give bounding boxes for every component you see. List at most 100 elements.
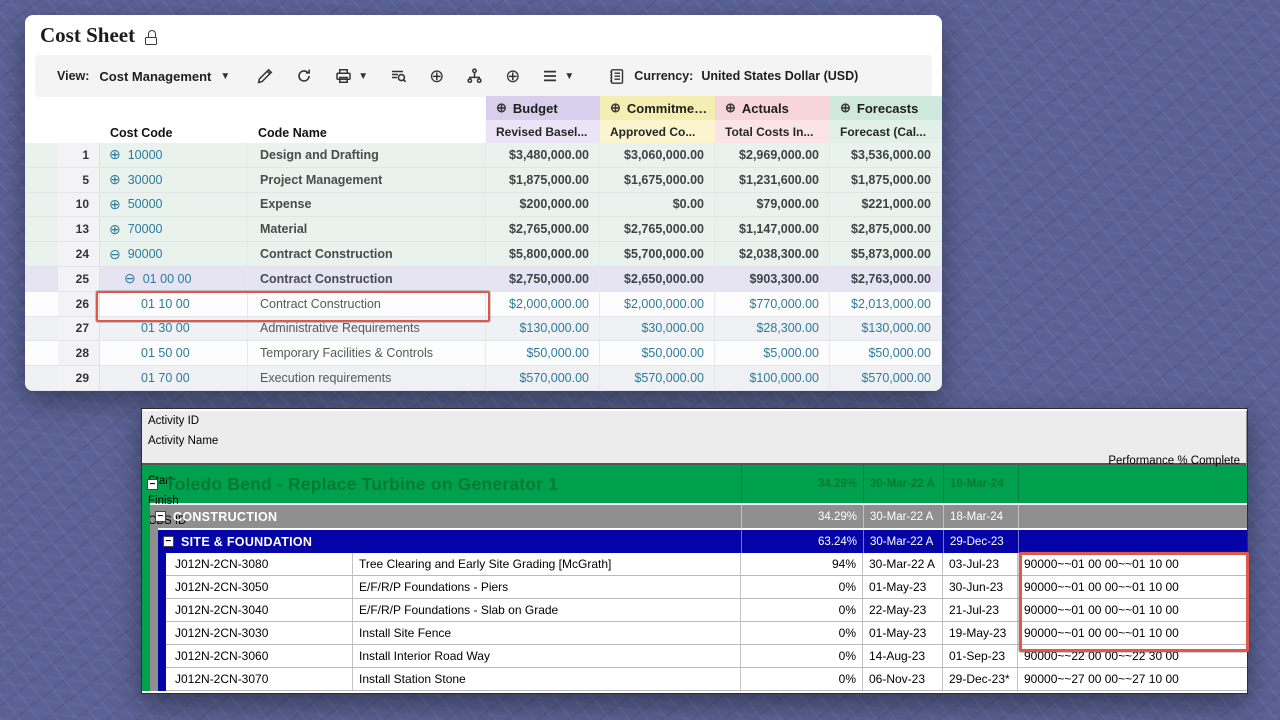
actuals-cell[interactable]: $1,231,600.00	[715, 168, 830, 192]
finish-cell[interactable]: 03-Jul-23	[943, 553, 1018, 575]
commitments-cell[interactable]: $50,000.00	[600, 341, 715, 365]
cost-code-cell[interactable]: 01 70 00	[100, 366, 248, 390]
actuals-cell[interactable]: $100,000.00	[715, 366, 830, 390]
forecasts-cell[interactable]: $50,000.00	[830, 341, 942, 365]
column-header-budget-sub[interactable]: Revised Basel...	[486, 120, 600, 143]
activity-name-cell[interactable]: Install Station Stone	[353, 668, 741, 690]
performance-cell[interactable]: 0%	[741, 622, 863, 644]
cost-code-link[interactable]: 90000	[128, 247, 163, 261]
forecasts-cell[interactable]: $221,000.00	[830, 193, 942, 217]
collapse-row-icon[interactable]: ⊖	[124, 270, 136, 287]
budget-cell[interactable]: $200,000.00	[486, 193, 600, 217]
activity-id-cell[interactable]: J012N-2CN-3060	[166, 645, 353, 667]
actuals-cell[interactable]: $79,000.00	[715, 193, 830, 217]
collapse-icon[interactable]: −	[155, 511, 166, 522]
cost-code-link[interactable]: 01 10 00	[141, 297, 190, 311]
cost-code-cell[interactable]: ⊕ 50000	[100, 193, 248, 217]
cost-code-cell[interactable]: ⊖90000	[100, 242, 248, 266]
cost-code-link[interactable]: 01 50 00	[141, 346, 190, 360]
table-row[interactable]: 28 01 50 00 Temporary Facilities & Contr…	[25, 341, 942, 366]
column-header-actuals-sub[interactable]: Total Costs In...	[715, 120, 830, 143]
actuals-cell[interactable]: $1,147,000.00	[715, 217, 830, 241]
activity-id-cell[interactable]: J012N-2CN-3050	[166, 576, 353, 598]
activity-name-cell[interactable]: Tree Clearing and Early Site Grading [Mc…	[353, 553, 741, 575]
start-cell[interactable]: 01-May-23	[863, 576, 943, 598]
budget-cell[interactable]: $1,875,000.00	[486, 168, 600, 192]
cbs-id-cell[interactable]: 90000~~27 00 00~~27 10 00	[1018, 668, 1247, 690]
activity-row[interactable]: J012N-2CN-3060 Install Interior Road Way…	[166, 645, 1247, 668]
forecasts-cell[interactable]: $2,875,000.00	[830, 217, 942, 241]
actuals-cell[interactable]: $770,000.00	[715, 292, 830, 316]
finish-cell[interactable]: 01-Sep-23	[943, 645, 1018, 667]
expand-row-icon[interactable]: ⊕	[109, 146, 121, 163]
cost-code-cell[interactable]: ⊕ 70000	[100, 217, 248, 241]
forecasts-cell[interactable]: $2,013,000.00	[830, 292, 942, 316]
performance-cell[interactable]: 0%	[741, 668, 863, 690]
forecasts-cell[interactable]: $3,536,000.00	[830, 143, 942, 167]
expand-row-icon[interactable]: ⊕	[109, 171, 121, 188]
finish-cell[interactable]: 30-Jun-23	[943, 576, 1018, 598]
activity-id-cell[interactable]: J012N-2CN-3070	[166, 668, 353, 690]
cost-code-link[interactable]: 50000	[128, 197, 163, 211]
expand-column-icon[interactable]: ⊕	[840, 100, 851, 116]
refresh-icon[interactable]	[295, 65, 313, 87]
cbs-id-cell[interactable]: 90000~~01 00 00~~01 10 00	[1018, 576, 1247, 598]
print-icon[interactable]: ▼	[334, 65, 368, 87]
table-row[interactable]: 24 ⊖90000 Contract Construction $5,800,0…	[25, 242, 942, 267]
column-header-forecasts-sub[interactable]: Forecast (Cal...	[830, 120, 942, 143]
budget-cell[interactable]: $5,800,000.00	[486, 242, 600, 266]
cost-code-cell[interactable]: 01 50 00	[100, 341, 248, 365]
activity-row[interactable]: J012N-2CN-3070 Install Station Stone 0% …	[166, 668, 1247, 691]
forecasts-cell[interactable]: $130,000.00	[830, 317, 942, 341]
cbs-id-cell[interactable]: 90000~~22 00 00~~22 30 00	[1018, 645, 1247, 667]
commitments-cell[interactable]: $570,000.00	[600, 366, 715, 390]
start-cell[interactable]: 06-Nov-23	[863, 668, 943, 690]
forecasts-cell[interactable]: $570,000.00	[830, 366, 942, 390]
activity-name-cell[interactable]: Install Interior Road Way	[353, 645, 741, 667]
table-row[interactable]: 5 ⊕30000 Project Management $1,875,000.0…	[25, 168, 942, 193]
cost-code-link[interactable]: 70000	[128, 222, 163, 236]
expand-column-icon[interactable]: ⊕	[725, 100, 736, 116]
cbs-id-cell[interactable]: 90000~~01 00 00~~01 10 00	[1018, 553, 1247, 575]
budget-cell[interactable]: $570,000.00	[486, 366, 600, 390]
column-group-actuals[interactable]: ⊕Actuals	[715, 96, 830, 120]
collapse-icon[interactable]: −	[163, 536, 174, 547]
activity-name-cell[interactable]: E/F/R/P Foundations - Piers	[353, 576, 741, 598]
performance-cell[interactable]: 0%	[741, 599, 863, 621]
budget-cell[interactable]: $2,000,000.00	[486, 292, 600, 316]
start-cell[interactable]: 30-Mar-22 A	[863, 553, 943, 575]
cbs-id-cell[interactable]: 90000~~01 00 00~~01 10 00	[1018, 599, 1247, 621]
actuals-cell[interactable]: $2,038,300.00	[715, 242, 830, 266]
budget-cell[interactable]: $3,480,000.00	[486, 143, 600, 167]
forecasts-cell[interactable]: $2,763,000.00	[830, 267, 942, 291]
project-band[interactable]: − Toledo Bend - Replace Turbine on Gener…	[142, 465, 1247, 503]
start-cell[interactable]: 22-May-23	[863, 599, 943, 621]
cost-code-cell[interactable]: 01 10 00	[100, 292, 248, 316]
start-cell[interactable]: 14-Aug-23	[863, 645, 943, 667]
table-row-highlighted[interactable]: 26 01 10 00 Contract Construction $2,000…	[25, 292, 942, 317]
collapse-icon[interactable]: −	[147, 479, 158, 490]
table-row[interactable]: 25 ⊖01 00 00 Contract Construction $2,75…	[25, 267, 942, 292]
add-columns-icon[interactable]: ⊕	[429, 65, 444, 87]
menu-icon[interactable]: ▼	[541, 65, 574, 87]
column-header-commitments-sub[interactable]: Approved Co...	[600, 120, 715, 143]
commitments-cell[interactable]: $2,000,000.00	[600, 292, 715, 316]
cost-code-cell[interactable]: 01 30 00	[100, 317, 248, 341]
expand-row-icon[interactable]: ⊕	[109, 221, 121, 238]
actuals-cell[interactable]: $28,300.00	[715, 317, 830, 341]
actuals-cell[interactable]: $903,300.00	[715, 267, 830, 291]
activity-id-cell[interactable]: J012N-2CN-3080	[166, 553, 353, 575]
activity-row[interactable]: J012N-2CN-3080 Tree Clearing and Early S…	[166, 553, 1247, 576]
activity-row[interactable]: J012N-2CN-3030 Install Site Fence 0% 01-…	[166, 622, 1247, 645]
column-group-commitments[interactable]: ⊕Commitme…	[600, 96, 715, 120]
wbs-band-construction[interactable]: − CONSTRUCTION 34.29% 30-Mar-22 A 18-Mar…	[150, 505, 1247, 528]
activity-name-cell[interactable]: Install Site Fence	[353, 622, 741, 644]
table-row[interactable]: 27 01 30 00 Administrative Requirements …	[25, 317, 942, 342]
actuals-cell[interactable]: $5,000.00	[715, 341, 830, 365]
activity-id-cell[interactable]: J012N-2CN-3030	[166, 622, 353, 644]
finish-cell[interactable]: 29-Dec-23*	[943, 668, 1018, 690]
commitments-cell[interactable]: $2,650,000.00	[600, 267, 715, 291]
expand-row-icon[interactable]: ⊕	[109, 196, 121, 213]
table-row[interactable]: 13 ⊕70000 Material $2,765,000.00 $2,765,…	[25, 217, 942, 242]
find-filter-icon[interactable]	[389, 65, 408, 87]
